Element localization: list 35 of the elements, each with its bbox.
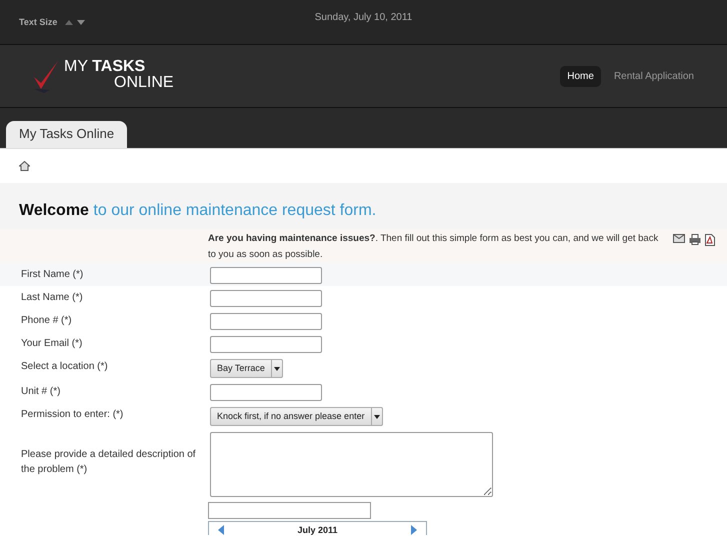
text-field[interactable] <box>210 313 322 330</box>
calendar-month: July 2011 <box>297 525 338 535</box>
field-label: Permission to enter: (*) <box>21 408 124 422</box>
text-field[interactable] <box>210 290 322 307</box>
field-label: Phone # (*) <box>21 314 73 328</box>
text-field[interactable] <box>210 267 322 284</box>
dropdown[interactable]: Knock first, if no answer please enter <box>210 407 383 426</box>
nav-link[interactable]: Rental Application <box>606 66 701 86</box>
logo[interactable]: MY TASKS ONLINE <box>32 59 174 93</box>
email-icon[interactable] <box>673 234 685 243</box>
page-heading: Welcome to our online maintenance request form. <box>19 202 378 220</box>
nav-link[interactable]: Home <box>560 66 601 86</box>
home-icon[interactable] <box>19 161 30 171</box>
field-label: Select a location (*) <box>21 360 109 374</box>
text-field[interactable] <box>210 336 322 353</box>
previous-month-arrow-icon[interactable] <box>217 525 225 535</box>
field-label: Your Email (*) <box>21 337 84 351</box>
date-field[interactable] <box>208 502 371 519</box>
intro-text: Are you having maintenance issues?. Then fill out this simple form as best you can, and we will get back to you as soon as possible. <box>208 232 660 262</box>
field-label: First Name (*) <box>21 268 84 282</box>
text-size-arrows-icon[interactable] <box>65 19 86 25</box>
tab[interactable]: My Tasks Online <box>6 121 128 148</box>
text-field[interactable] <box>210 384 322 401</box>
next-month-arrow-icon[interactable] <box>410 525 418 535</box>
text-size-label: Text Size <box>19 17 58 27</box>
pdf-icon[interactable] <box>705 234 715 246</box>
dropdown[interactable]: Bay Terrace <box>210 359 283 378</box>
print-icon[interactable] <box>689 234 701 245</box>
field-label: Please provide a detailed description of the problem (*) <box>21 448 197 477</box>
current-date: Sunday, July 10, 2011 <box>314 12 412 23</box>
caret-icon[interactable] <box>372 414 382 420</box>
caret-icon[interactable] <box>272 366 282 372</box>
field-label: Last Name (*) <box>21 291 84 305</box>
description-field[interactable] <box>210 432 493 497</box>
field-label: Unit # (*) <box>21 385 62 399</box>
